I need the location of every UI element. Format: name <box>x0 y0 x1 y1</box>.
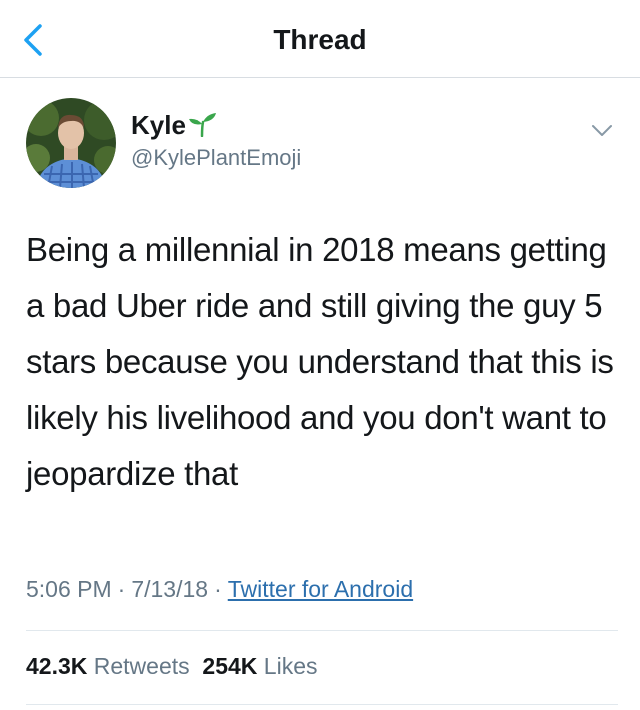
retweets-count: 42.3K <box>26 653 88 679</box>
avatar[interactable] <box>26 98 116 188</box>
separator: · <box>117 576 126 602</box>
tweet-source-link[interactable]: Twitter for Android <box>228 576 413 602</box>
page-title: Thread <box>273 24 367 55</box>
tweet-stats: 42.3K Retweets 254K Likes <box>26 653 318 680</box>
divider <box>26 704 618 705</box>
tweet-time[interactable]: 5:06 PM <box>26 576 112 602</box>
author-handle[interactable]: @KylePlantEmoji <box>131 145 301 171</box>
likes-label: Likes <box>263 653 318 679</box>
avatar-photo <box>26 98 116 188</box>
tweet-text: Being a millennial in 2018 means getting… <box>26 231 614 492</box>
tweet-date[interactable]: 7/13/18 <box>131 576 208 602</box>
chevron-down-icon[interactable] <box>590 121 614 139</box>
tweet-metadata: 5:06 PM · 7/13/18 · Twitter for Android <box>26 576 413 603</box>
likes-stat[interactable]: 254K Likes <box>202 653 317 679</box>
divider <box>26 630 618 631</box>
retweets-stat[interactable]: 42.3K Retweets <box>26 653 190 679</box>
retweets-label: Retweets <box>93 653 190 679</box>
seedling-icon <box>189 113 216 137</box>
navigation-bar: Thread <box>0 0 640 78</box>
separator: · <box>214 576 222 602</box>
author-name[interactable]: Kyle <box>131 110 186 141</box>
likes-count: 254K <box>202 653 258 679</box>
